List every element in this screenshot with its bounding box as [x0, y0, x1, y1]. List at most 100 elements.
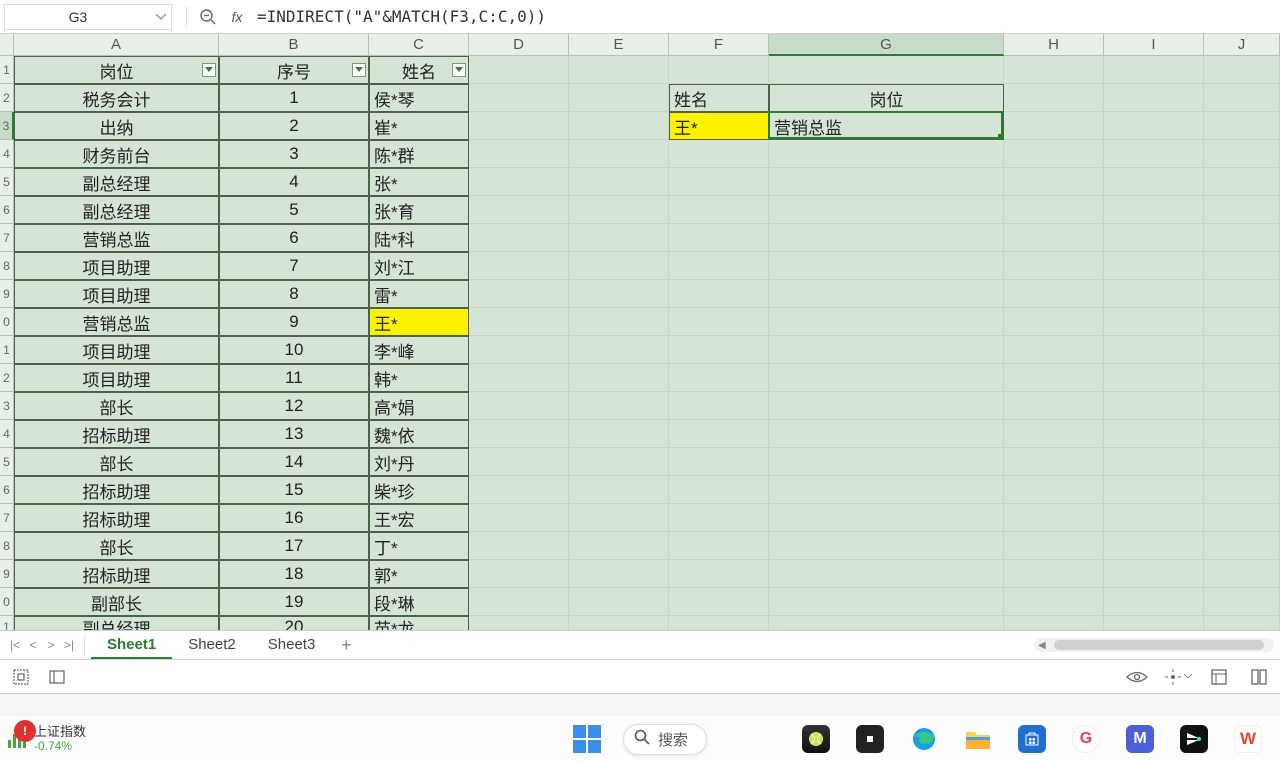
table-row-pos[interactable]: 招标助理 [14, 420, 219, 448]
row-header-7[interactable]: 7 [0, 224, 14, 252]
stock-widget[interactable]: ! 上证指数 -0.74% [8, 725, 86, 752]
row-header-1[interactable]: 1 [0, 56, 14, 84]
table-row-no[interactable]: 8 [219, 280, 369, 308]
name-box-dropdown-icon[interactable] [151, 14, 171, 20]
table-row-pos[interactable]: 招标助理 [14, 560, 219, 588]
col-header-I[interactable]: I [1104, 34, 1204, 56]
tab-prev-icon[interactable]: < [24, 631, 42, 659]
taskbar-app-wps-icon[interactable]: W [1234, 725, 1262, 753]
table-row-name[interactable]: 魏*依 [369, 420, 469, 448]
row-header-4[interactable]: 4 [0, 140, 14, 168]
taskbar-app-store-icon[interactable] [1018, 725, 1046, 753]
table-row-name[interactable]: 郭* [369, 560, 469, 588]
table-row-no[interactable]: 4 [219, 168, 369, 196]
col-header-J[interactable]: J [1204, 34, 1280, 56]
row-header-13[interactable]: 3 [0, 392, 14, 420]
spreadsheet-grid[interactable]: ABCDEFGHIJ 123456789012345678901 岗位序号姓名税… [0, 34, 1280, 630]
row-header-8[interactable]: 8 [0, 252, 14, 280]
table-row-pos[interactable]: 营销总监 [14, 308, 219, 336]
table-row-name[interactable]: 李*峰 [369, 336, 469, 364]
table-row-name[interactable]: 韩* [369, 364, 469, 392]
lookup-header-name[interactable]: 姓名 [669, 84, 769, 112]
status-icon-2[interactable] [44, 664, 70, 690]
view-eye-icon[interactable] [1124, 664, 1150, 690]
taskbar-app-capcut-icon[interactable] [1180, 725, 1208, 753]
col-header-B[interactable]: B [219, 34, 369, 56]
table-row-name[interactable]: 陆*科 [369, 224, 469, 252]
table-row-pos[interactable]: 部长 [14, 532, 219, 560]
table-row-pos[interactable]: 税务会计 [14, 84, 219, 112]
view-pagebreak-icon[interactable] [1246, 664, 1272, 690]
scroll-left-icon[interactable]: ◀ [1038, 640, 1046, 651]
row-header-3[interactable]: 3 [0, 112, 14, 140]
row-header-14[interactable]: 4 [0, 420, 14, 448]
row-header-19[interactable]: 9 [0, 560, 14, 588]
table-row-pos[interactable]: 招标助理 [14, 504, 219, 532]
table-row-name[interactable]: 刘*丹 [369, 448, 469, 476]
taskbar-app-explorer-icon[interactable] [964, 725, 992, 753]
horizontal-scrollbar[interactable]: ◀ [1034, 638, 1274, 652]
table-row-no[interactable]: 1 [219, 84, 369, 112]
view-normal-icon[interactable] [1206, 664, 1232, 690]
tab-next-icon[interactable]: > [42, 631, 60, 659]
sheet-tab-Sheet3[interactable]: Sheet3 [252, 631, 332, 659]
lookup-header-pos[interactable]: 岗位 [769, 84, 1004, 112]
sheet-tab-Sheet2[interactable]: Sheet2 [172, 631, 252, 659]
table-row-name[interactable]: 丁* [369, 532, 469, 560]
table-row-pos[interactable]: 副总经理 [14, 168, 219, 196]
col-header-A[interactable]: A [14, 34, 219, 56]
row-header-12[interactable]: 2 [0, 364, 14, 392]
table-row-name[interactable]: 刘*江 [369, 252, 469, 280]
table-row-pos[interactable]: 副部长 [14, 588, 219, 616]
row-header-11[interactable]: 1 [0, 336, 14, 364]
row-header-10[interactable]: 0 [0, 308, 14, 336]
table-row-name[interactable]: 王* [369, 308, 469, 336]
table-row-name[interactable]: 王*宏 [369, 504, 469, 532]
table-row-pos[interactable]: 部长 [14, 448, 219, 476]
table-row-pos[interactable]: 副总经理 [14, 616, 219, 630]
row-header-16[interactable]: 6 [0, 476, 14, 504]
table-row-name[interactable]: 侯*琴 [369, 84, 469, 112]
table-row-pos[interactable]: 财务前台 [14, 140, 219, 168]
table-row-no[interactable]: 19 [219, 588, 369, 616]
table-row-no[interactable]: 2 [219, 112, 369, 140]
table-row-no[interactable]: 20 [219, 616, 369, 630]
table-row-pos[interactable]: 副总经理 [14, 196, 219, 224]
table-header-A[interactable]: 岗位 [14, 56, 219, 84]
row-header-5[interactable]: 5 [0, 168, 14, 196]
taskbar-search[interactable]: 搜索 [623, 724, 707, 755]
table-row-name[interactable]: 苗*龙 [369, 616, 469, 630]
table-row-no[interactable]: 5 [219, 196, 369, 224]
taskbar-app-terminal-icon[interactable] [856, 725, 884, 753]
lookup-value-name[interactable]: 王* [669, 112, 769, 140]
table-row-name[interactable]: 陈*群 [369, 140, 469, 168]
table-row-no[interactable]: 6 [219, 224, 369, 252]
table-row-name[interactable]: 高*娟 [369, 392, 469, 420]
table-row-pos[interactable]: 部长 [14, 392, 219, 420]
table-row-pos[interactable]: 项目助理 [14, 280, 219, 308]
table-row-no[interactable]: 9 [219, 308, 369, 336]
table-row-no[interactable]: 3 [219, 140, 369, 168]
col-header-D[interactable]: D [469, 34, 569, 56]
col-header-F[interactable]: F [669, 34, 769, 56]
name-box[interactable]: G3 [4, 4, 172, 30]
table-row-name[interactable]: 雷* [369, 280, 469, 308]
table-row-no[interactable]: 7 [219, 252, 369, 280]
zoom-out-icon[interactable] [193, 3, 223, 31]
table-header-C[interactable]: 姓名 [369, 56, 469, 84]
col-header-C[interactable]: C [369, 34, 469, 56]
taskbar-app-tennis-icon[interactable] [802, 725, 830, 753]
filter-button-A[interactable] [202, 63, 216, 77]
col-header-G[interactable]: G [769, 34, 1004, 56]
col-header-H[interactable]: H [1004, 34, 1104, 56]
formula-input[interactable] [251, 3, 1280, 31]
table-row-pos[interactable]: 招标助理 [14, 476, 219, 504]
table-row-no[interactable]: 17 [219, 532, 369, 560]
windows-start-button[interactable] [573, 725, 601, 753]
table-row-pos[interactable]: 项目助理 [14, 364, 219, 392]
focus-mode-icon[interactable] [1164, 664, 1192, 690]
table-row-name[interactable]: 柴*珍 [369, 476, 469, 504]
row-header-21[interactable]: 1 [0, 616, 14, 630]
col-header-E[interactable]: E [569, 34, 669, 56]
table-row-name[interactable]: 张* [369, 168, 469, 196]
